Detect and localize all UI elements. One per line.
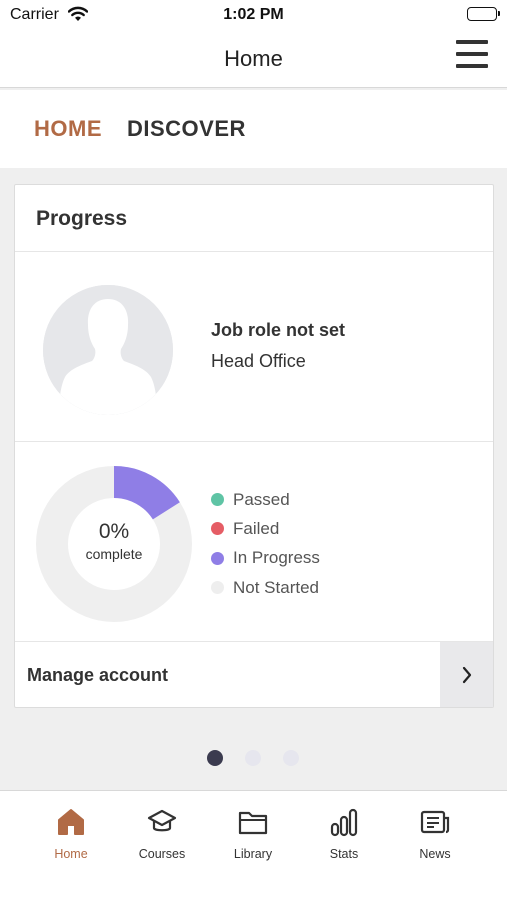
- home-icon: [58, 809, 84, 835]
- bottom-tab-bar: Home Courses Library Stats News: [0, 790, 507, 900]
- legend-item-in-progress: In Progress: [211, 544, 320, 573]
- progress-section: 0% complete Passed Failed In Progress No…: [15, 442, 493, 642]
- bottom-tab-courses[interactable]: Courses: [117, 801, 207, 861]
- bottom-tab-news[interactable]: News: [390, 801, 480, 861]
- legend-label-failed: Failed: [233, 518, 280, 538]
- profile-section: Job role not set Head Office: [15, 252, 493, 442]
- hamburger-menu-icon[interactable]: [456, 40, 488, 72]
- progress-card: Progress Job role not set Head Office 0%…: [14, 184, 494, 708]
- legend-item-not-started: Not Started: [211, 573, 320, 602]
- bottom-tab-stats[interactable]: Stats: [299, 801, 389, 861]
- office-label: Head Office: [211, 351, 306, 371]
- clock: 1:02 PM: [223, 6, 284, 23]
- legend-dot-not-started: [211, 581, 224, 595]
- legend-dot-passed: [211, 493, 224, 507]
- avatar: [43, 285, 173, 415]
- legend-label-in-progress: In Progress: [233, 548, 320, 568]
- bottom-tab-label: News: [419, 847, 451, 861]
- bottom-tab-label: Library: [233, 847, 273, 861]
- legend-dot-in-progress: [211, 551, 224, 565]
- card-title: Progress: [36, 207, 128, 230]
- battery-icon: [467, 7, 500, 21]
- bottom-tab-library[interactable]: Library: [208, 801, 298, 861]
- progress-donut-chart: [36, 466, 192, 622]
- graduation-cap-icon: [147, 809, 177, 832]
- page-dot[interactable]: [245, 750, 261, 766]
- completion-label: complete: [85, 546, 143, 562]
- tab-home[interactable]: HOME: [34, 116, 102, 142]
- page-title: Home: [224, 46, 283, 71]
- manage-account-row[interactable]: Manage account: [15, 642, 493, 707]
- legend-item-failed: Failed: [211, 514, 320, 543]
- top-tabs: HOME DISCOVER: [0, 90, 507, 168]
- bottom-tab-home[interactable]: Home: [26, 801, 116, 861]
- manage-account-label: Manage account: [27, 665, 169, 685]
- newspaper-icon: [420, 810, 450, 834]
- page-dot[interactable]: [283, 750, 299, 766]
- legend-item-passed: Passed: [211, 485, 320, 514]
- page-dot[interactable]: [207, 750, 223, 766]
- card-header: Progress: [15, 185, 493, 252]
- avatar-placeholder-icon: [43, 285, 173, 415]
- bottom-tab-label: Home: [54, 847, 88, 861]
- progress-legend: Passed Failed In Progress Not Started: [211, 485, 320, 602]
- legend-dot-failed: [211, 522, 224, 536]
- bottom-tab-label: Stats: [329, 847, 359, 861]
- bar-chart-icon: [330, 808, 358, 837]
- completion-percent: 0%: [98, 520, 130, 543]
- status-bar: Carrier 1:02 PM: [0, 0, 507, 30]
- job-role-label: Job role not set: [211, 320, 346, 340]
- legend-label-not-started: Not Started: [233, 577, 319, 597]
- bottom-tab-label: Courses: [138, 847, 186, 861]
- tab-discover[interactable]: DISCOVER: [127, 116, 246, 142]
- navigation-bar: Home: [0, 30, 507, 88]
- chevron-right-icon: [462, 666, 471, 683]
- manage-account-button[interactable]: [440, 642, 493, 707]
- legend-label-passed: Passed: [233, 489, 290, 509]
- page-indicator: [0, 750, 507, 768]
- folder-icon: [238, 811, 268, 835]
